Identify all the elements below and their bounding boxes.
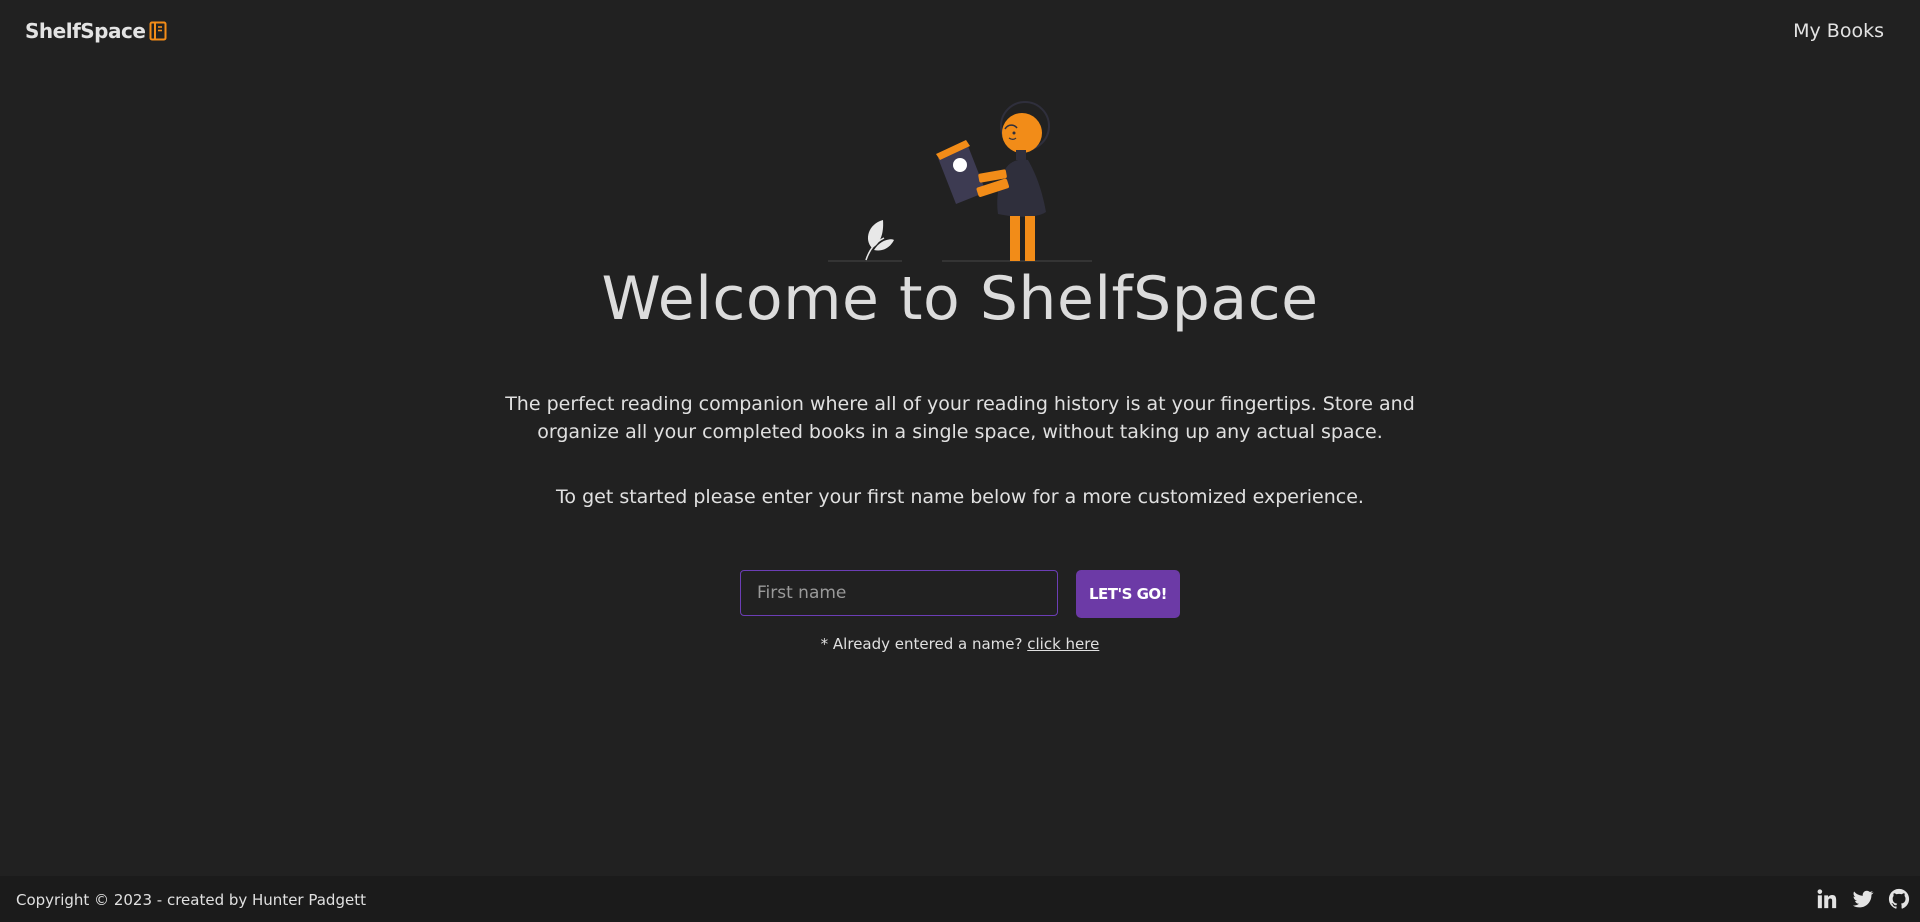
github-icon[interactable]: [1888, 888, 1910, 910]
social-links: [1816, 888, 1910, 910]
helper-label: * Already entered a name?: [820, 635, 1023, 653]
navbar: ShelfSpace My Books: [0, 0, 1920, 64]
page-title: Welcome to ShelfSpace: [601, 264, 1319, 334]
hero-description: The perfect reading companion where all …: [505, 393, 1415, 443]
book-icon: [149, 21, 167, 41]
hero-instruction: To get started please enter your first n…: [556, 486, 1364, 508]
person-reading-book-illustration: [828, 101, 1092, 262]
helper-text: * Already entered a name? click here: [0, 635, 1920, 653]
footer: Copyright © 2023 - created by Hunter Pad…: [0, 876, 1920, 922]
nav-my-books[interactable]: My Books: [1793, 20, 1884, 42]
brand-logo[interactable]: ShelfSpace: [25, 19, 167, 43]
brand-name: ShelfSpace: [25, 19, 146, 43]
twitter-icon[interactable]: [1852, 888, 1874, 910]
first-name-input[interactable]: [740, 570, 1058, 616]
lets-go-button[interactable]: LET'S GO!: [1076, 570, 1180, 618]
copyright-text: Copyright © 2023 - created by Hunter Pad…: [16, 891, 366, 909]
linkedin-icon[interactable]: [1816, 888, 1838, 910]
click-here-link[interactable]: click here: [1027, 635, 1099, 653]
